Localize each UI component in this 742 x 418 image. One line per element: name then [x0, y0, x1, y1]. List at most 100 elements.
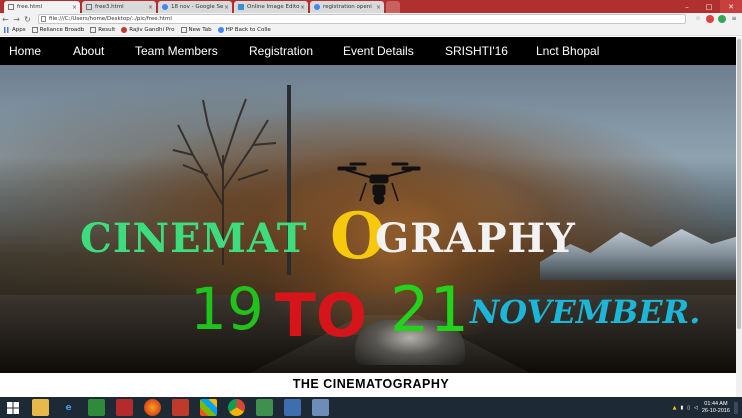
address-bar[interactable]: file:///C:/Users/home/Desktop/../pic/fre… [38, 14, 686, 24]
browser-tab-label: free.html [17, 4, 43, 10]
bookmark-label: Reliance Broadb [39, 27, 85, 33]
bookmark-label: New Tab [188, 27, 212, 33]
forward-arrow-icon[interactable]: → [11, 13, 22, 25]
web-page: CINEMAT O GRAPHY 19 TO 21 NOVEMBER. Home… [0, 37, 742, 397]
menu-icon[interactable]: ≡ [730, 15, 738, 23]
browser-tab-4[interactable]: Online Image Edito × [234, 1, 308, 13]
date-to-word: TO [275, 281, 367, 351]
browser-tab-label: registration openi [323, 4, 372, 10]
page-icon [31, 27, 38, 33]
firefox-icon[interactable] [144, 399, 161, 416]
office-icon[interactable] [200, 399, 217, 416]
page-icon [90, 27, 97, 33]
bookmark-label: Apps [12, 27, 26, 33]
page-icon [8, 4, 14, 10]
notifications-icon[interactable] [734, 401, 738, 414]
address-text: file:///C:/Users/home/Desktop/../pic/fre… [49, 16, 172, 22]
browser-tab-strip: free.html × free3.html × 18 nov - Google… [0, 0, 742, 13]
clock-date: 26-10-2016 [701, 407, 730, 414]
nav-about[interactable]: About [73, 44, 104, 58]
network-icon[interactable]: ▮ [680, 405, 683, 411]
bookmark-result[interactable]: Result [90, 27, 115, 33]
page-icon [86, 4, 92, 10]
close-icon[interactable]: × [224, 4, 229, 11]
page-scrollbar[interactable] [736, 37, 742, 397]
new-tab-button[interactable] [386, 1, 400, 13]
section-title: THE CINEMATOGRAPHY [292, 377, 450, 391]
extension-icon[interactable] [706, 15, 714, 23]
explorer-window-icon[interactable] [312, 399, 329, 416]
nav-event-details[interactable]: Event Details [343, 44, 414, 58]
bookmark-apps[interactable]: Apps [4, 27, 26, 33]
close-window-icon[interactable]: ✕ [720, 0, 742, 13]
nav-lnct-bhopal[interactable]: Lnct Bhopal [536, 44, 599, 58]
pdf-reader-icon[interactable] [172, 399, 189, 416]
extension-icon[interactable] [718, 15, 726, 23]
browser-tab-2[interactable]: free3.html × [82, 1, 156, 13]
google-icon [314, 4, 320, 10]
date-month: NOVEMBER. [470, 293, 701, 331]
headline-part-2: GRAPHY [375, 215, 576, 262]
google-icon [217, 27, 224, 33]
battery-icon[interactable]: ▯ [687, 405, 690, 411]
star-icon[interactable]: ☆ [694, 15, 702, 23]
scrollbar-thumb[interactable] [737, 39, 741, 329]
event-dates: 19 TO 21 NOVEMBER. [190, 273, 710, 351]
browser-tab-5[interactable]: registration openi × [310, 1, 384, 13]
nav-home[interactable]: Home [9, 44, 41, 58]
browser-tab-1[interactable]: free.html × [4, 1, 80, 13]
store-icon[interactable] [88, 399, 105, 416]
maximize-icon[interactable]: □ [698, 0, 720, 13]
clock-time: 01:44 AM [704, 400, 728, 407]
bookmark-label: Result [98, 27, 116, 33]
bookmark-rajiv-gandhi[interactable]: Rajiv Gandhi Pro [121, 27, 175, 33]
windows-logo-icon [6, 401, 19, 414]
emblem-icon [121, 27, 128, 33]
browser-tab-label: Online Image Edito [247, 4, 300, 10]
image-editor-icon [238, 4, 244, 10]
bookmarks-bar: Apps Reliance Broadb Result Rajiv Gandhi… [0, 25, 742, 36]
file-explorer-icon[interactable] [32, 399, 49, 416]
site-nav: Home About Team Members Registration Eve… [0, 37, 742, 65]
warning-icon[interactable]: ▲ [673, 405, 677, 411]
window-controls: – □ ✕ [676, 0, 742, 13]
hero-banner: CINEMAT O GRAPHY 19 TO 21 NOVEMBER. [0, 65, 742, 373]
ie-browser-icon[interactable]: e [60, 399, 77, 416]
google-icon [162, 4, 168, 10]
nav-srishti[interactable]: SRISHTI'16 [445, 44, 508, 58]
close-icon[interactable]: × [72, 4, 77, 11]
bookmark-label: Rajiv Gandhi Pro [129, 27, 175, 33]
reload-icon[interactable]: ↻ [22, 13, 33, 25]
bookmark-hp[interactable]: HP Back to Colle [217, 27, 271, 33]
close-icon[interactable]: × [300, 4, 305, 11]
tool-app-icon[interactable] [284, 399, 301, 416]
media-app-icon[interactable] [116, 399, 133, 416]
browser-tab-3[interactable]: 18 nov - Google Se × [158, 1, 232, 13]
close-icon[interactable]: × [148, 4, 153, 11]
headline-part-1: CINEMAT [80, 215, 308, 262]
browser-tab-label: free3.html [95, 4, 124, 10]
nav-team-members[interactable]: Team Members [135, 44, 218, 58]
system-tray: ▲ ▮ ▯ ◁ 01:44 AM 26-10-2016 [673, 397, 738, 418]
back-arrow-icon[interactable]: ← [0, 13, 11, 25]
bookmark-new-tab[interactable]: New Tab [180, 27, 212, 33]
minimize-icon[interactable]: – [676, 0, 698, 13]
volume-icon[interactable]: ◁ [694, 405, 698, 411]
toolbar-extensions: ☆ ≡ [694, 15, 738, 23]
page-icon [41, 16, 46, 22]
clock[interactable]: 01:44 AM 26-10-2016 [702, 401, 730, 415]
taskbar: e ▲ ▮ ▯ ◁ 01:44 AM 26-10-2016 [0, 397, 742, 418]
apps-grid-icon [4, 27, 10, 33]
start-button[interactable] [4, 399, 21, 416]
nav-registration[interactable]: Registration [249, 44, 313, 58]
bookmark-reliance[interactable]: Reliance Broadb [31, 27, 85, 33]
hero-headline: CINEMAT O GRAPHY [80, 199, 680, 274]
browser-tab-label: 18 nov - Google Se [171, 4, 224, 10]
bookmark-label: HP Back to Colle [225, 27, 271, 33]
browser-toolbar: ← → ↻ file:///C:/Users/home/Desktop/../p… [0, 13, 742, 25]
date-end: 21 [390, 273, 469, 346]
chrome-icon[interactable] [228, 399, 245, 416]
close-icon[interactable]: × [376, 4, 381, 11]
date-start: 19 [190, 275, 264, 343]
notepad-icon[interactable] [256, 399, 273, 416]
